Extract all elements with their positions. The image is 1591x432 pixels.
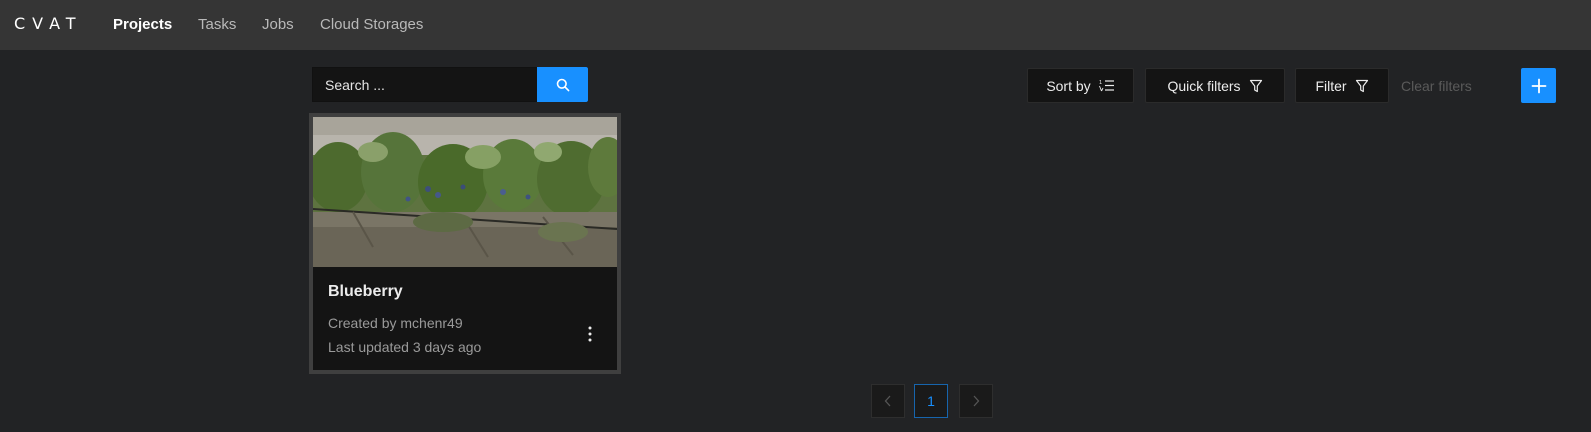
search-icon bbox=[556, 78, 569, 91]
quick-filters-button[interactable]: Quick filters bbox=[1145, 68, 1285, 103]
nav-cloud-storages[interactable]: Cloud Storages bbox=[320, 16, 423, 33]
pagination-next[interactable] bbox=[959, 384, 993, 418]
project-actions-menu[interactable] bbox=[583, 322, 597, 346]
search-input[interactable] bbox=[313, 68, 539, 101]
search-button[interactable] bbox=[537, 67, 588, 102]
create-project-button[interactable] bbox=[1521, 68, 1556, 103]
plus-icon bbox=[1531, 78, 1546, 93]
top-header: CVAT Projects Tasks Jobs Cloud Storages bbox=[0, 0, 1591, 50]
project-preview-image[interactable] bbox=[313, 117, 617, 267]
search-bar bbox=[312, 67, 588, 102]
pagination-page-1[interactable]: 1 bbox=[914, 384, 948, 418]
nav-jobs[interactable]: Jobs bbox=[262, 16, 294, 33]
svg-text:1: 1 bbox=[1099, 80, 1102, 86]
nav-tasks[interactable]: Tasks bbox=[198, 16, 236, 33]
quick-filters-label: Quick filters bbox=[1167, 77, 1241, 94]
app-logo[interactable]: CVAT bbox=[14, 14, 83, 33]
filter-icon bbox=[1355, 79, 1368, 92]
project-created-by: Created by mchenr49 bbox=[328, 315, 463, 331]
project-card[interactable]: Blueberry Created by mchenr49 Last updat… bbox=[309, 113, 621, 374]
filter-icon bbox=[1249, 79, 1262, 92]
sort-icon: 1 bbox=[1099, 80, 1114, 91]
filter-button[interactable]: Filter bbox=[1295, 68, 1389, 103]
sort-by-label: Sort by bbox=[1046, 77, 1091, 94]
clear-filters-button[interactable]: Clear filters bbox=[1401, 78, 1472, 94]
nav-projects[interactable]: Projects bbox=[113, 16, 172, 33]
chevron-right-icon bbox=[973, 395, 980, 407]
filter-label: Filter bbox=[1315, 77, 1347, 94]
pagination-prev[interactable] bbox=[871, 384, 905, 418]
project-name[interactable]: Blueberry bbox=[328, 283, 403, 301]
chevron-left-icon bbox=[884, 395, 891, 407]
sort-by-button[interactable]: Sort by 1 bbox=[1027, 68, 1134, 103]
more-vertical-icon bbox=[588, 326, 592, 342]
project-last-updated: Last updated 3 days ago bbox=[328, 339, 482, 355]
